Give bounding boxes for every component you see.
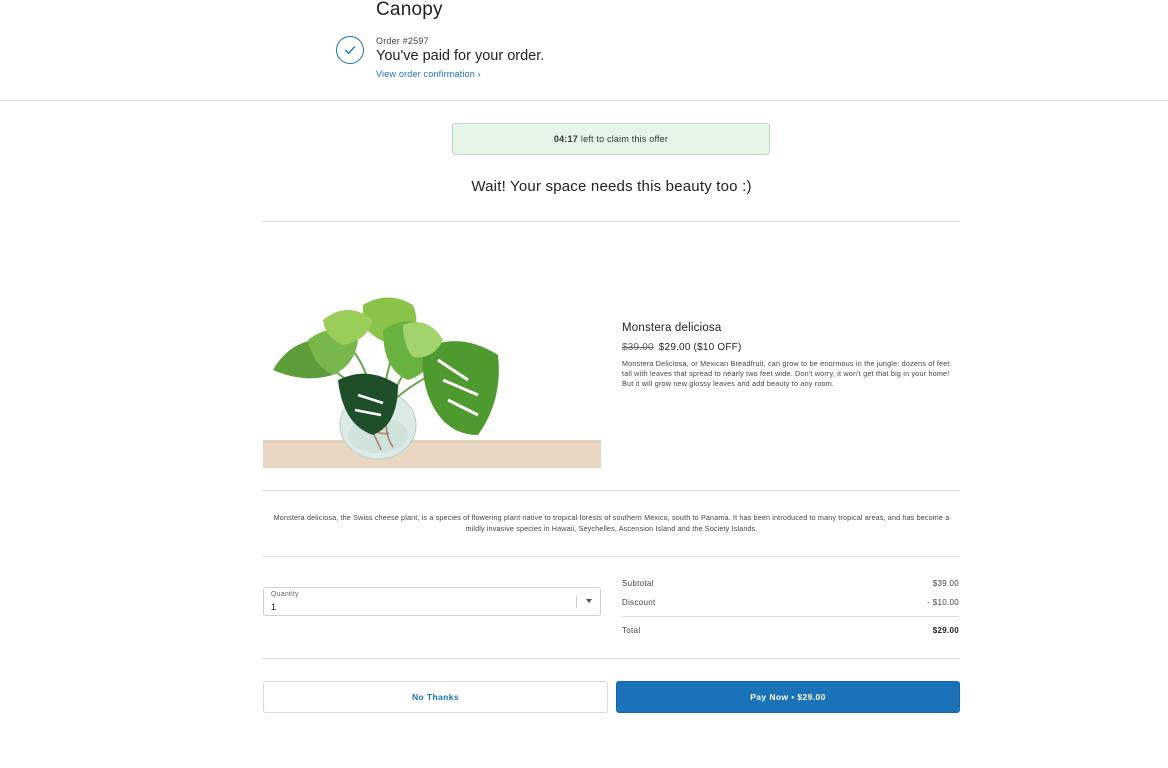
- discounted-price: $29.00 ($10 OFF): [658, 342, 742, 353]
- original-price: $39.00: [622, 342, 654, 353]
- total-label: Total: [622, 626, 641, 635]
- order-status-header: Canopy Order #2597 You've paid for your …: [0, 0, 1168, 101]
- payment-confirmation-message: You've paid for your order.: [376, 48, 545, 64]
- discount-label: Discount: [622, 598, 656, 607]
- product-name: Monstera deliciosa: [622, 322, 722, 334]
- total-row: Total $29.00: [622, 626, 959, 635]
- subtotal-value: $39.00: [932, 579, 959, 588]
- discount-value: - $10.00: [927, 598, 959, 607]
- store-brand: Canopy: [376, 0, 443, 20]
- discount-row: Discount - $10.00: [622, 598, 959, 607]
- quantity-value: 1: [271, 602, 277, 612]
- product-long-description: Monstera deliciosa, the Swiss cheese pla…: [273, 513, 950, 533]
- check-circle-icon: [336, 36, 364, 64]
- product-image: [263, 285, 601, 468]
- divider: [263, 490, 960, 491]
- subtotal-label: Subtotal: [622, 579, 654, 588]
- quantity-label: Quantity: [271, 591, 299, 598]
- countdown-timer: 04:17: [553, 134, 578, 144]
- order-number: Order #2597: [376, 36, 429, 46]
- product-short-description: Monstera Deliciosa, or Mexican Breadfrui…: [622, 359, 950, 388]
- view-order-confirmation-link[interactable]: View order confirmation ›: [376, 69, 481, 79]
- pay-now-button[interactable]: Pay Now • $29.00: [616, 681, 960, 713]
- divider: [263, 658, 960, 659]
- subtotal-row: Subtotal $39.00: [622, 579, 959, 588]
- no-thanks-button[interactable]: No Thanks: [263, 681, 608, 713]
- divider: [263, 556, 960, 557]
- select-divider: [576, 596, 577, 608]
- summary-divider: [622, 616, 959, 617]
- countdown-text: left to claim this offer: [580, 134, 669, 144]
- upsell-headline: Wait! Your space needs this beauty too :…: [471, 178, 752, 195]
- divider: [263, 221, 960, 222]
- quantity-select[interactable]: Quantity 1: [263, 587, 601, 616]
- offer-timer-banner: 04:17 left to claim this offer: [452, 123, 770, 155]
- total-value: $29.00: [932, 626, 959, 635]
- product-price: $39.00 $29.00 ($10 OFF): [622, 342, 741, 353]
- chevron-down-icon[interactable]: [586, 599, 592, 603]
